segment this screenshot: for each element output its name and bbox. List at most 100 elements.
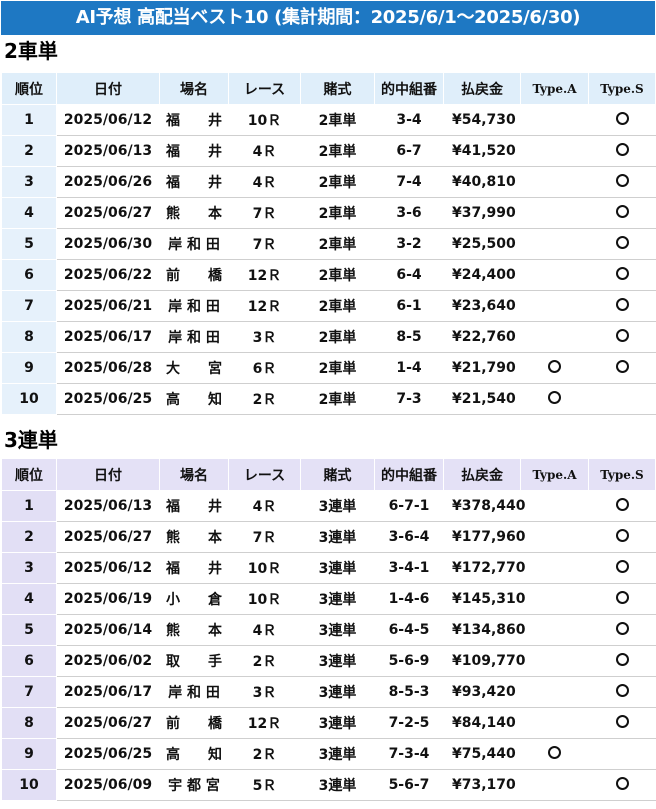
type-a-cell bbox=[520, 552, 589, 584]
type-a-cell bbox=[520, 352, 589, 384]
combo-cell: 3-4-1 bbox=[374, 552, 444, 584]
payout-cell: ¥134,860 bbox=[443, 614, 526, 646]
date-cell: 2025/06/26 bbox=[56, 166, 160, 198]
type-a-cell bbox=[520, 738, 589, 770]
date-cell: 2025/06/19 bbox=[56, 583, 160, 615]
circle-mark-icon bbox=[615, 173, 629, 187]
table-row: 10 2025/06/09 宇 都 宮 5Ｒ 3連単 5-6-7 ¥73,170 bbox=[1, 769, 656, 801]
venue-cell: 熊 本 bbox=[159, 197, 229, 229]
circle-mark-icon bbox=[615, 328, 629, 342]
date-cell: 2025/06/25 bbox=[56, 383, 160, 415]
venue-cell: 福 井 bbox=[159, 104, 229, 136]
rank-cell: 9 bbox=[1, 738, 57, 770]
bet-type-cell: 2車単 bbox=[300, 104, 375, 136]
type-s-cell bbox=[588, 352, 656, 384]
combo-cell: 3-6-4 bbox=[374, 521, 444, 553]
venue-cell: 大 宮 bbox=[159, 352, 229, 384]
payout-cell: ¥37,990 bbox=[443, 197, 521, 229]
bet-type-cell: 2車単 bbox=[300, 228, 375, 260]
race-cell: 12Ｒ bbox=[228, 290, 301, 322]
date-cell: 2025/06/02 bbox=[56, 645, 160, 677]
rank-cell: 7 bbox=[1, 290, 57, 322]
type-s-cell bbox=[588, 645, 656, 677]
bet-type-cell: 3連単 bbox=[300, 707, 375, 739]
combo-cell: 6-4-5 bbox=[374, 614, 444, 646]
circle-mark-icon bbox=[615, 266, 629, 280]
type-s-cell bbox=[588, 197, 656, 229]
bet-type-cell: 2車単 bbox=[300, 352, 375, 384]
date-cell: 2025/06/12 bbox=[56, 552, 160, 584]
date-cell: 2025/06/21 bbox=[56, 290, 160, 322]
bet-type-cell: 3連単 bbox=[300, 645, 375, 677]
type-a-cell bbox=[520, 521, 589, 553]
rank-cell: 5 bbox=[1, 228, 57, 260]
venue-cell: 岸 和 田 bbox=[159, 321, 229, 353]
race-cell: 10Ｒ bbox=[228, 552, 301, 584]
type-a-cell bbox=[520, 645, 589, 677]
type-s-cell bbox=[588, 135, 656, 167]
circle-mark-icon bbox=[548, 359, 561, 373]
rank-cell: 3 bbox=[1, 166, 57, 198]
rank-cell: 10 bbox=[1, 383, 57, 415]
date-cell: 2025/06/12 bbox=[56, 104, 160, 136]
header-bet: 賭式 bbox=[300, 458, 375, 491]
combo-cell: 7-4 bbox=[374, 166, 444, 198]
circle-mark-icon bbox=[615, 497, 629, 511]
payout-cell: ¥177,960 bbox=[443, 521, 526, 553]
payout-cell: ¥21,540 bbox=[443, 383, 521, 415]
venue-cell: 福 井 bbox=[159, 135, 229, 167]
venue-cell: 高 知 bbox=[159, 383, 229, 415]
combo-cell: 6-7-1 bbox=[374, 490, 444, 522]
rank-cell: 5 bbox=[1, 614, 57, 646]
bet-type-cell: 2車単 bbox=[300, 321, 375, 353]
payout-cell: ¥24,400 bbox=[443, 259, 521, 291]
table-row: 3 2025/06/12 福 井 10Ｒ 3連単 3-4-1 ¥172,770 bbox=[1, 552, 656, 584]
rank-cell: 2 bbox=[1, 135, 57, 167]
venue-cell: 福 井 bbox=[159, 490, 229, 522]
header-venue: 場名 bbox=[159, 458, 229, 491]
venue-cell: 前 橋 bbox=[159, 259, 229, 291]
type-s-cell bbox=[588, 104, 656, 136]
date-cell: 2025/06/27 bbox=[56, 707, 160, 739]
circle-mark-icon bbox=[615, 528, 629, 542]
payout-cell: ¥23,640 bbox=[443, 290, 521, 322]
header-rank: 順位 bbox=[1, 458, 57, 491]
date-cell: 2025/06/30 bbox=[56, 228, 160, 260]
table-row: 5 2025/06/14 熊 本 4Ｒ 3連単 6-4-5 ¥134,860 bbox=[1, 614, 656, 646]
type-s-cell bbox=[588, 490, 656, 522]
combo-cell: 3-4 bbox=[374, 104, 444, 136]
venue-cell: 岸 和 田 bbox=[159, 228, 229, 260]
type-a-cell bbox=[520, 769, 589, 801]
table-row: 8 2025/06/17 岸 和 田 3Ｒ 2車単 8-5 ¥22,760 bbox=[1, 321, 656, 353]
rank-cell: 1 bbox=[1, 104, 57, 136]
table-row: 8 2025/06/27 前 橋 12Ｒ 3連単 7-2-5 ¥84,140 bbox=[1, 707, 656, 739]
type-s-cell bbox=[588, 290, 656, 322]
table-row: 10 2025/06/25 高 知 2Ｒ 2車単 7-3 ¥21,540 bbox=[1, 383, 656, 415]
date-cell: 2025/06/17 bbox=[56, 321, 160, 353]
header-race: レース bbox=[228, 72, 301, 105]
bet-type-cell: 3連単 bbox=[300, 769, 375, 801]
type-s-cell bbox=[588, 614, 656, 646]
combo-cell: 8-5 bbox=[374, 321, 444, 353]
circle-mark-icon bbox=[615, 621, 629, 635]
type-s-cell bbox=[588, 521, 656, 553]
bet-type-cell: 3連単 bbox=[300, 521, 375, 553]
header-combo: 的中組番 bbox=[374, 458, 444, 491]
type-s-cell bbox=[588, 707, 656, 739]
header-bet: 賭式 bbox=[300, 72, 375, 105]
type-s-cell bbox=[588, 321, 656, 353]
payout-cell: ¥145,310 bbox=[443, 583, 526, 615]
payout-cell: ¥172,770 bbox=[443, 552, 526, 584]
race-cell: 7Ｒ bbox=[228, 197, 301, 229]
rank-cell: 6 bbox=[1, 259, 57, 291]
race-cell: 12Ｒ bbox=[228, 707, 301, 739]
race-cell: 3Ｒ bbox=[228, 321, 301, 353]
header-type-a: Type.A bbox=[520, 72, 589, 105]
bet-type-cell: 3連単 bbox=[300, 614, 375, 646]
circle-mark-icon bbox=[615, 683, 629, 697]
table-row: 7 2025/06/21 岸 和 田 12Ｒ 2車単 6-1 ¥23,640 bbox=[1, 290, 656, 322]
race-cell: 10Ｒ bbox=[228, 583, 301, 615]
rank-cell: 8 bbox=[1, 707, 57, 739]
bet-type-cell: 3連単 bbox=[300, 583, 375, 615]
venue-cell: 熊 本 bbox=[159, 614, 229, 646]
